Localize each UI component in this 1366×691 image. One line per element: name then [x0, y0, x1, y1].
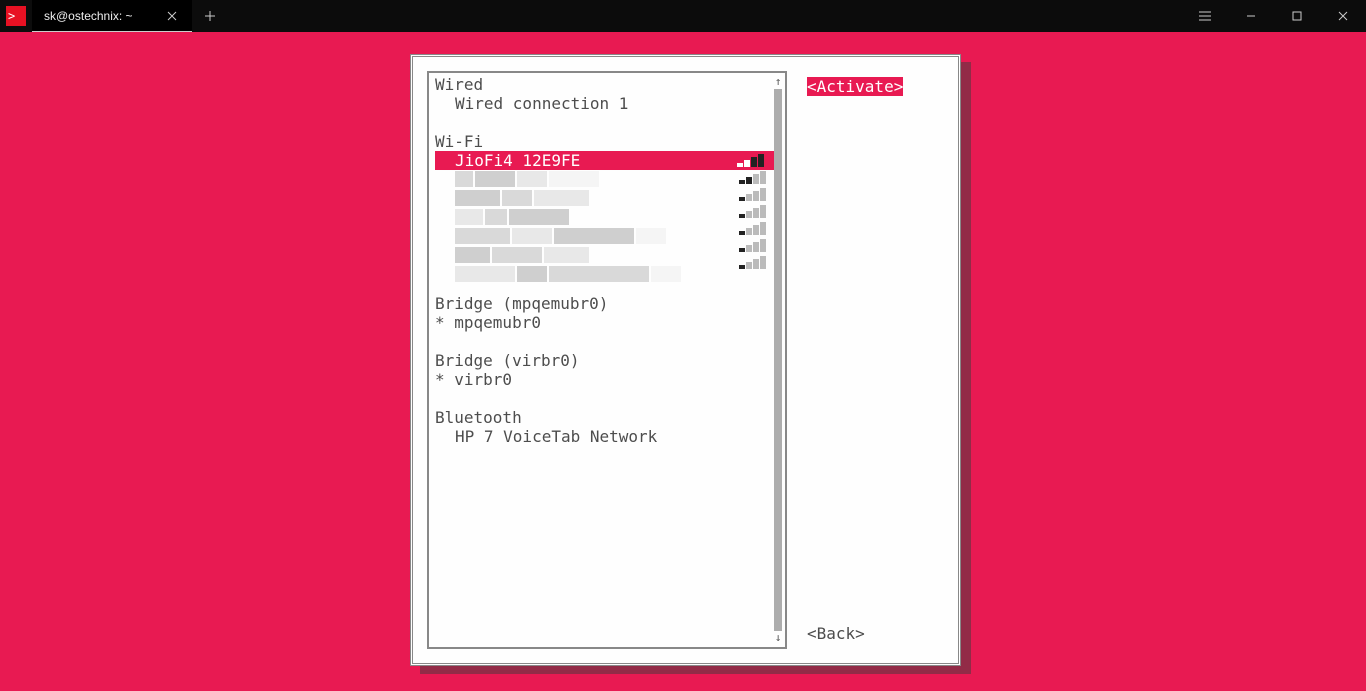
- new-tab-button[interactable]: [192, 0, 228, 32]
- terminal-surface: Wired Wired connection 1 Wi-Fi JioFi4 12…: [0, 32, 1366, 691]
- section-bridge1-header: Bridge (mpqemubr0): [435, 294, 773, 313]
- activate-button[interactable]: <Activate>: [807, 77, 903, 96]
- connection-list-panel: Wired Wired connection 1 Wi-Fi JioFi4 12…: [427, 71, 787, 649]
- back-button[interactable]: <Back>: [807, 624, 903, 643]
- conn-wired-0[interactable]: Wired connection 1: [435, 94, 773, 113]
- conn-bridge2-0[interactable]: * virbr0: [435, 370, 773, 389]
- conn-label: Wired connection 1: [455, 94, 773, 113]
- scroll-track[interactable]: [774, 89, 782, 631]
- minimize-button[interactable]: [1228, 0, 1274, 32]
- section-bluetooth-header: Bluetooth: [435, 408, 773, 427]
- maximize-button[interactable]: [1274, 0, 1320, 32]
- connection-list[interactable]: Wired Wired connection 1 Wi-Fi JioFi4 12…: [435, 73, 783, 647]
- section-bridge2-header: Bridge (virbr0): [435, 351, 773, 370]
- conn-wifi-selected[interactable]: JioFi4 12E9FE: [435, 151, 777, 170]
- dialog-side-buttons: <Activate> <Back>: [807, 71, 903, 649]
- wifi-signal-icon: [737, 155, 777, 167]
- section-wifi-header: Wi-Fi: [435, 132, 773, 151]
- conn-label: HP 7 VoiceTab Network: [455, 427, 773, 446]
- menu-icon[interactable]: [1182, 0, 1228, 32]
- conn-bluetooth-0[interactable]: HP 7 VoiceTab Network: [435, 427, 773, 446]
- terminal-tab[interactable]: sk@ostechnix: ~: [32, 0, 192, 32]
- conn-label: JioFi4 12E9FE: [455, 151, 737, 170]
- scroll-down-arrow-icon[interactable]: ↓: [775, 631, 782, 645]
- tab-title: sk@ostechnix: ~: [44, 9, 158, 23]
- wifi-redacted-list: [455, 170, 773, 280]
- section-wired-header: Wired: [435, 75, 773, 94]
- window-titlebar: sk@ostechnix: ~: [0, 0, 1366, 32]
- app-icon: [0, 0, 32, 32]
- conn-bridge1-0[interactable]: * mpqemubr0: [435, 313, 773, 332]
- close-window-button[interactable]: [1320, 0, 1366, 32]
- scroll-up-arrow-icon[interactable]: ↑: [775, 75, 782, 89]
- nmtui-dialog: Wired Wired connection 1 Wi-Fi JioFi4 12…: [410, 54, 961, 666]
- close-tab-icon[interactable]: [164, 8, 180, 24]
- list-scrollbar[interactable]: ↑ ↓: [773, 75, 783, 645]
